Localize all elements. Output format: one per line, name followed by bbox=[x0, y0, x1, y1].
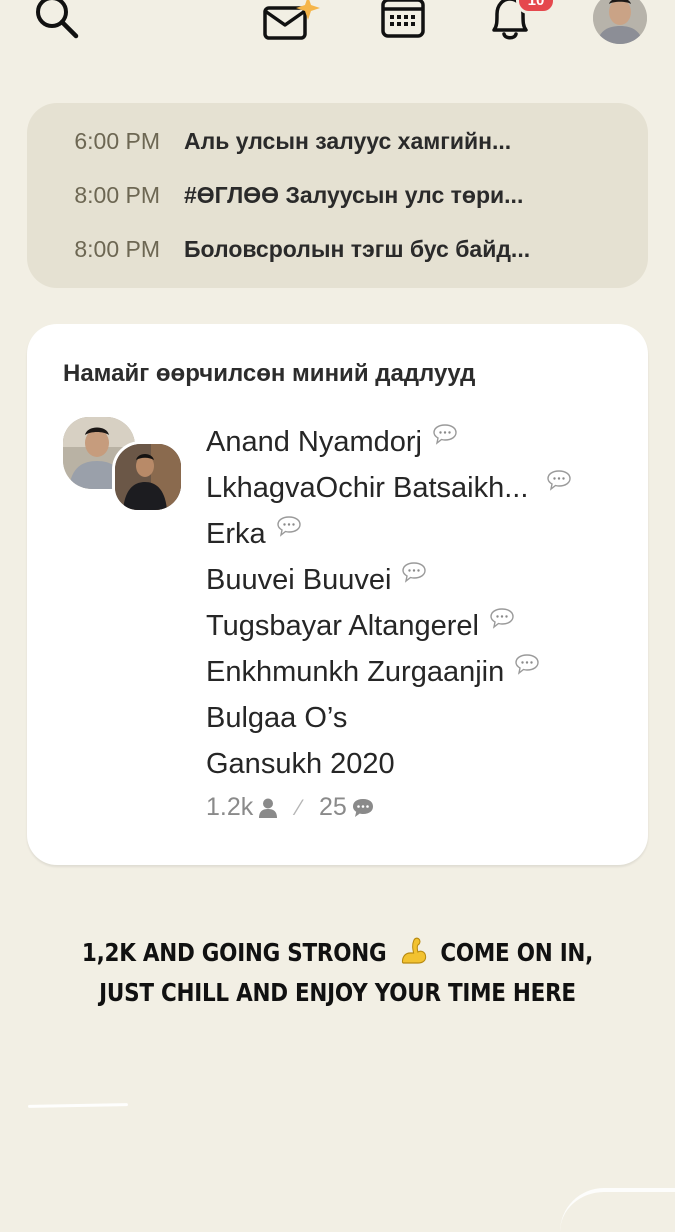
room-stats: 1.2k ⁄ 25 bbox=[206, 793, 375, 822]
speaker-name: Tugsbayar Altangerel bbox=[206, 609, 479, 642]
chat-bubble-icon bbox=[490, 608, 514, 629]
speaker-name: Erka bbox=[206, 517, 266, 550]
top-nav: 10 bbox=[0, 0, 675, 48]
speaker-name: Gansukh 2020 bbox=[206, 747, 395, 780]
speaker-item[interactable]: LkhagvaOchir Batsaikh... bbox=[206, 465, 572, 511]
calendar-icon[interactable] bbox=[380, 0, 426, 40]
speaker-item[interactable]: Bulgaa O’s bbox=[206, 695, 572, 741]
caption-text: 1,2K AND GOING STRONG bbox=[81, 938, 387, 967]
caption-line-2: JUST CHILL AND ENJOY YOUR TIME HERE bbox=[99, 978, 576, 1007]
speaker-name: Enkhmunkh Zurgaanjin bbox=[206, 655, 505, 688]
room-title: Намайг өөрчилсөн миний дадлууд bbox=[63, 360, 476, 387]
caption-text: COME ON IN, bbox=[440, 938, 594, 967]
speaker-item[interactable]: Gansukh 2020 bbox=[206, 741, 572, 787]
speaker-item[interactable]: Anand Nyamdorj bbox=[206, 419, 572, 465]
mail-sparkle-icon[interactable] bbox=[262, 0, 324, 44]
schedule-time: 8:00 PM bbox=[74, 235, 160, 262]
speaker-name: Bulgaa O’s bbox=[206, 701, 348, 734]
schedule-row[interactable]: 6:00 PM Аль улсын залуус хамгийн... bbox=[27, 121, 648, 161]
schedule-row[interactable]: 8:00 PM #ӨГЛӨӨ Залуусын улс төри... bbox=[27, 175, 648, 215]
room-card[interactable]: Намайг өөрчилсөн миний дадлууд Anand Nya… bbox=[27, 324, 648, 865]
schedule-title: #ӨГЛӨӨ Залуусын улс төри... bbox=[184, 181, 524, 208]
schedule-row[interactable]: 8:00 PM Боловсролын тэгш бус байд... bbox=[27, 229, 648, 269]
stats-divider: ⁄ bbox=[297, 794, 301, 820]
schedule-time: 6:00 PM bbox=[74, 127, 160, 154]
speaker-name: Anand Nyamdorj bbox=[206, 425, 422, 458]
speaker-name: Buuvei Buuvei bbox=[206, 563, 392, 596]
chat-bubble-icon bbox=[276, 516, 301, 537]
speaker-avatar bbox=[112, 441, 184, 513]
profile-avatar[interactable] bbox=[593, 0, 647, 44]
flexed-biceps-emoji bbox=[401, 937, 426, 964]
decorative-stroke bbox=[560, 1188, 675, 1232]
notification-badge: 10 bbox=[516, 0, 556, 14]
chat-bubble-icon bbox=[547, 470, 572, 491]
listener-count: 1.2k bbox=[206, 793, 254, 821]
schedule-time: 8:00 PM bbox=[74, 181, 160, 208]
chat-bubble-icon bbox=[402, 562, 427, 583]
speaker-item[interactable]: Erka bbox=[206, 511, 572, 557]
speaker-count: 25 bbox=[318, 793, 347, 821]
speaker-item[interactable]: Enkhmunkh Zurgaanjin bbox=[206, 649, 572, 695]
caption-line-1: 1,2K AND GOING STRONG COME ON IN, bbox=[47, 933, 628, 973]
speaker-item[interactable]: Buuvei Buuvei bbox=[206, 557, 572, 603]
chat-bubble-icon bbox=[433, 424, 457, 445]
schedule-title: Боловсролын тэгш бус байд... bbox=[184, 235, 531, 262]
search-icon[interactable] bbox=[32, 0, 82, 44]
upcoming-schedule[interactable]: 6:00 PM Аль улсын залуус хамгийн... 8:00… bbox=[27, 103, 648, 288]
speaker-name: LkhagvaOchir Batsaikh... bbox=[206, 471, 529, 504]
person-icon bbox=[259, 798, 278, 818]
chat-bubble-icon bbox=[515, 654, 539, 675]
speaker-item[interactable]: Tugsbayar Altangerel bbox=[206, 603, 572, 649]
decorative-stroke bbox=[27, 1103, 129, 1108]
chat-bubble-filled-icon bbox=[352, 798, 373, 817]
story-caption: 1,2K AND GOING STRONG COME ON IN, JUST C… bbox=[47, 933, 628, 1013]
schedule-title: Аль улсын залуус хамгийн... bbox=[184, 127, 512, 154]
speaker-list: Anand Nyamdorj LkhagvaOchir Batsaikh... … bbox=[206, 419, 572, 787]
avatar-photo bbox=[593, 0, 647, 44]
